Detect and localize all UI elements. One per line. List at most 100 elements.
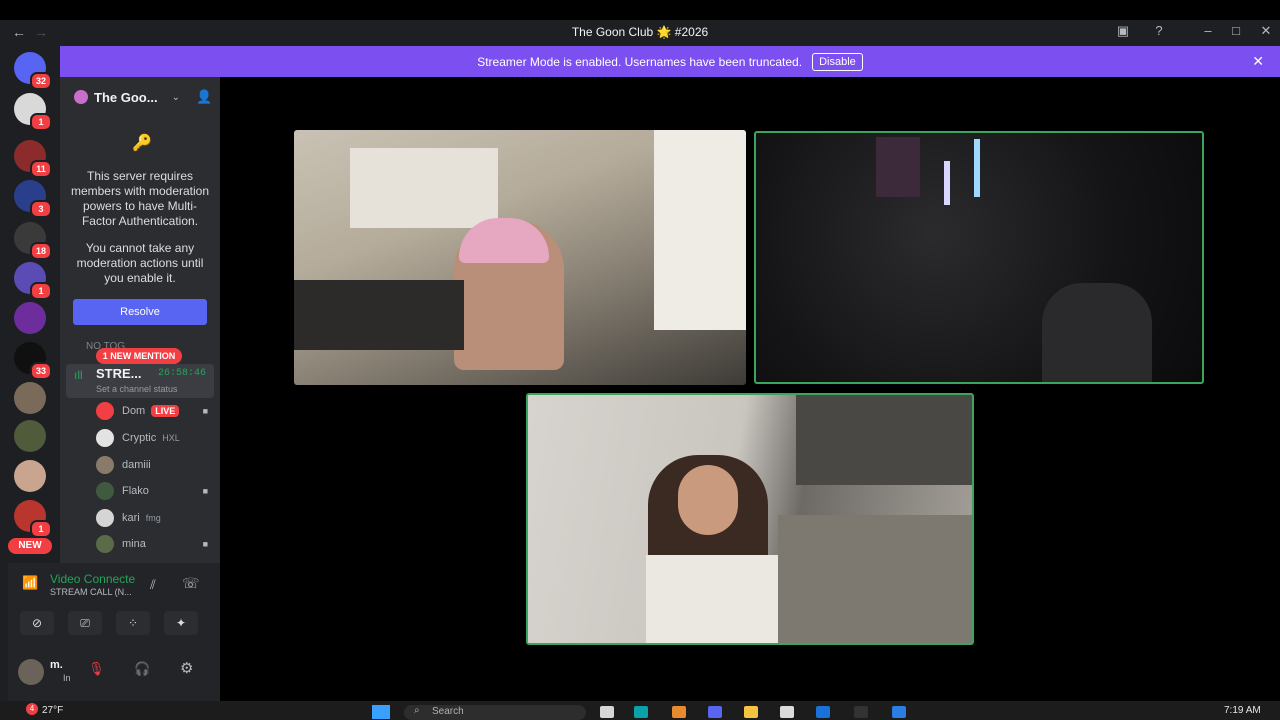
voice-member[interactable]: kari fmg xyxy=(96,507,216,529)
server-icon-6[interactable]: 1 xyxy=(14,262,52,300)
kitchen-cabinets xyxy=(796,395,972,485)
window-title: The Goon Club 🌟 #2026 xyxy=(571,25,709,39)
app-icon[interactable] xyxy=(854,706,868,718)
member-name: Flako xyxy=(122,485,149,497)
voice-member[interactable]: Cryptic HXL xyxy=(96,427,216,449)
wall-poster xyxy=(876,137,920,197)
person-face xyxy=(678,465,738,535)
door xyxy=(654,130,746,330)
activities-icon[interactable]: ⁘ xyxy=(116,611,150,635)
title-bar: ← → The Goon Club 🌟 #2026 ▣ ? – □ ✕ xyxy=(0,20,1280,46)
new-mention-pill[interactable]: 1 NEW MENTION xyxy=(96,348,182,364)
avatar xyxy=(96,509,114,527)
headphones-icon[interactable]: 🎧 xyxy=(134,661,150,677)
close-window-icon[interactable]: ✕ xyxy=(1256,23,1276,39)
user-name[interactable]: m. xyxy=(50,659,63,671)
server-icon-7[interactable] xyxy=(14,302,46,334)
camera-off-icon[interactable]: ⊘ xyxy=(20,611,54,635)
signal-icon[interactable]: 📶 xyxy=(22,575,38,591)
soundboard-icon[interactable]: ✦ xyxy=(164,611,198,635)
video-tile-2[interactable] xyxy=(754,131,1204,384)
voice-channel-icon: ıll xyxy=(74,368,83,382)
couch xyxy=(294,280,464,350)
store-icon[interactable] xyxy=(780,706,794,718)
help-icon[interactable]: ? xyxy=(1149,23,1169,38)
clock[interactable]: 7:19 AM xyxy=(1224,705,1261,716)
firefox-icon[interactable] xyxy=(672,706,686,718)
inbox-icon[interactable]: ▣ xyxy=(1113,23,1133,39)
disconnect-icon[interactable]: ☏ xyxy=(182,575,200,592)
mic-muted-icon[interactable]: 🎙 xyxy=(88,661,105,677)
video-tile-1[interactable] xyxy=(294,130,746,385)
resolve-button[interactable]: Resolve xyxy=(73,299,207,325)
server-icon-3[interactable]: 11 xyxy=(14,140,52,178)
discord-icon[interactable] xyxy=(708,706,722,718)
server-icon-9[interactable] xyxy=(14,382,46,414)
noise-suppression-icon[interactable]: ⫽ xyxy=(150,577,156,593)
weather[interactable]: 27°F xyxy=(42,705,63,716)
unread-badge: 1 xyxy=(30,520,52,538)
user-status: In xyxy=(63,673,71,683)
taskbar-search[interactable]: ⌕ Search xyxy=(404,705,586,720)
avatar xyxy=(96,429,114,447)
member-name: mina xyxy=(122,538,146,550)
server-header[interactable]: The Goo... ⌄ 👤 xyxy=(60,77,220,117)
top-strip xyxy=(0,0,1280,20)
server-icon-2[interactable]: 1 xyxy=(14,93,52,131)
gear-icon[interactable]: ⚙ xyxy=(180,659,193,677)
streamer-mode-banner: Streamer Mode is enabled. Usernames have… xyxy=(60,46,1280,77)
server-icon-11[interactable] xyxy=(14,460,46,492)
add-member-icon[interactable]: 👤 xyxy=(196,89,212,105)
screen-share-icon[interactable]: ⎚ xyxy=(68,611,102,635)
light-strip xyxy=(944,161,950,205)
server-icon-4[interactable]: 3 xyxy=(14,180,52,218)
voice-member[interactable]: Dom LIVE ■ xyxy=(96,400,216,422)
hp-icon[interactable] xyxy=(816,706,830,718)
search-icon: ⌕ xyxy=(414,705,420,716)
server-icon-5[interactable]: 18 xyxy=(14,222,52,260)
edge-icon[interactable] xyxy=(634,706,648,718)
kitchen-counter xyxy=(778,515,972,643)
member-name: Dom xyxy=(122,405,146,417)
server-icon-8[interactable]: 33 xyxy=(14,342,52,380)
voice-channel-item[interactable]: ıll STRE... 26:58:46 Set a channel statu… xyxy=(66,364,214,398)
unread-badge: 18 xyxy=(30,242,52,260)
unread-badge: 32 xyxy=(30,72,52,90)
start-icon[interactable] xyxy=(372,705,390,719)
user-bar: m. In 🎙 🎧 ⚙ xyxy=(8,653,220,701)
voice-channel-subtitle[interactable]: STREAM CALL (N... xyxy=(50,587,132,597)
window-blinds xyxy=(350,148,498,228)
file-explorer-icon[interactable] xyxy=(744,706,758,718)
close-icon[interactable]: ✕ xyxy=(1252,53,1264,70)
unread-badge: 1 xyxy=(30,113,52,131)
server-icon-1[interactable]: 32 xyxy=(14,52,52,90)
minimize-icon[interactable]: – xyxy=(1198,23,1218,38)
app-icon-2[interactable] xyxy=(892,706,906,718)
weather-badge: 4 xyxy=(26,703,38,715)
member-name: kari xyxy=(122,512,140,524)
taskbar: 4 27°F ⌕ Search 7:19 AM xyxy=(0,701,1280,720)
chevron-down-icon: ⌄ xyxy=(171,91,180,103)
voice-member[interactable]: mina ■ xyxy=(96,533,216,555)
mfa-notice-2: You cannot take any moderation actions u… xyxy=(76,241,204,285)
server-icon-12[interactable]: 1 xyxy=(14,500,52,538)
member-tag: fmg xyxy=(145,513,161,523)
avatar xyxy=(96,456,114,474)
voice-channel-name: STRE... xyxy=(96,366,142,381)
avatar xyxy=(96,402,114,420)
voice-member[interactable]: Flako ■ xyxy=(96,480,216,502)
unread-badge: 33 xyxy=(30,362,52,380)
voice-member[interactable]: damiii xyxy=(96,454,216,476)
task-view-icon[interactable] xyxy=(600,706,614,718)
video-tile-3[interactable] xyxy=(526,393,974,645)
disable-streamer-mode-button[interactable]: Disable xyxy=(812,52,863,71)
member-tag: HXL xyxy=(162,433,180,443)
maximize-icon[interactable]: □ xyxy=(1226,23,1246,38)
server-icon-10[interactable] xyxy=(14,420,46,452)
camera-icon: ■ xyxy=(202,486,208,496)
channel-status[interactable]: Set a channel status xyxy=(96,384,178,394)
unread-badge: 1 xyxy=(30,282,52,300)
avatar[interactable] xyxy=(18,659,44,685)
new-servers-pill[interactable]: NEW xyxy=(8,538,52,554)
voice-status-title[interactable]: Video Connecte xyxy=(50,572,135,586)
